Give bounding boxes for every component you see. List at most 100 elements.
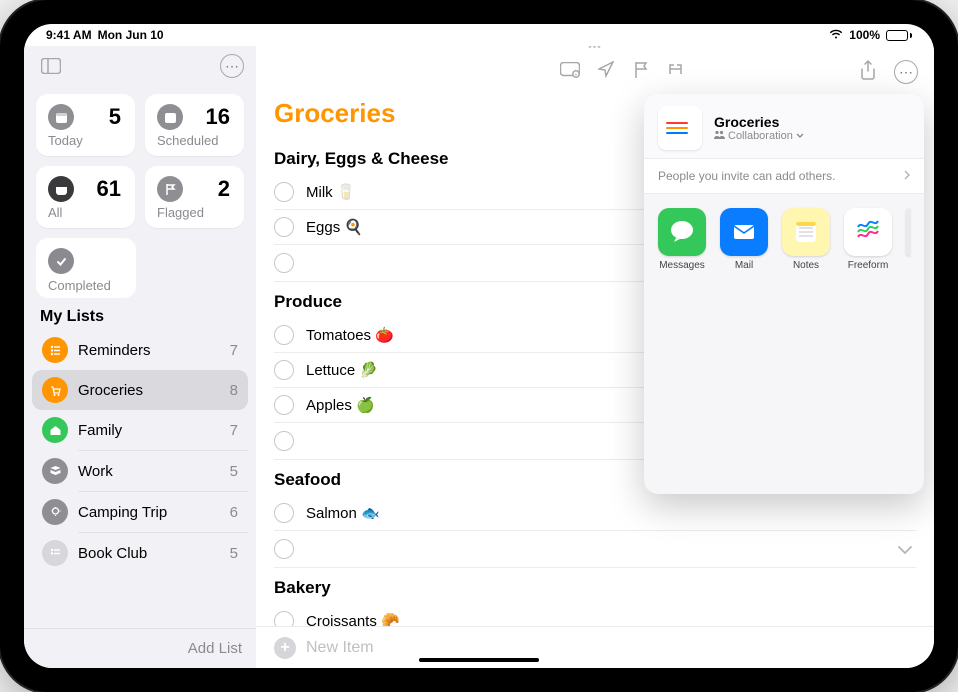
new-item-button[interactable]: + New Item bbox=[256, 626, 934, 668]
checkmark-icon bbox=[48, 248, 74, 274]
reminder-radio[interactable] bbox=[274, 395, 294, 415]
add-list-button[interactable]: Add List bbox=[24, 628, 256, 668]
people-icon bbox=[714, 130, 725, 142]
list-row-name: Work bbox=[78, 463, 220, 480]
toolbar: + ⋯ bbox=[256, 52, 934, 92]
list-row[interactable]: Book Club 5 bbox=[32, 533, 248, 573]
smart-all-count: 61 bbox=[97, 176, 121, 202]
list-row[interactable]: Reminders 7 bbox=[32, 330, 248, 370]
sidebar-more-button[interactable]: ⋯ bbox=[220, 54, 244, 78]
status-battery-pct: 100% bbox=[849, 28, 880, 42]
reminder-radio[interactable] bbox=[274, 360, 294, 380]
smart-all-label: All bbox=[48, 205, 62, 220]
share-app-label: Notes bbox=[793, 260, 819, 271]
smart-scheduled-label: Scheduled bbox=[157, 133, 218, 148]
list-row-name: Reminders bbox=[78, 342, 220, 359]
share-app-row: Messages Mail Notes Freeform bbox=[644, 194, 924, 271]
smart-list-completed[interactable]: Completed bbox=[36, 238, 136, 298]
share-app-icon bbox=[782, 208, 830, 256]
list-row[interactable]: Work5 bbox=[32, 451, 248, 491]
share-app-overflow[interactable] bbox=[906, 208, 910, 256]
share-app-icon bbox=[844, 208, 892, 256]
reminder-radio[interactable] bbox=[274, 503, 294, 523]
reminder-text: Lettuce 🥬 bbox=[306, 361, 378, 379]
toggle-sidebar-button[interactable] bbox=[36, 51, 66, 81]
reminder-radio[interactable] bbox=[274, 431, 294, 451]
reminder-row[interactable]: Croissants 🥐 bbox=[274, 604, 916, 626]
section-expand-icon[interactable] bbox=[898, 542, 912, 560]
flag-icon bbox=[157, 176, 183, 202]
smart-list-scheduled[interactable]: 16 Scheduled bbox=[145, 94, 244, 156]
list-row-count: 5 bbox=[230, 545, 238, 562]
mylists-heading: My Lists bbox=[24, 302, 256, 330]
share-app[interactable]: Notes bbox=[782, 208, 830, 271]
inbox-icon bbox=[48, 176, 74, 202]
reminder-text: Tomatoes 🍅 bbox=[306, 326, 394, 344]
reminder-radio[interactable] bbox=[274, 182, 294, 202]
share-permissions-text: People you invite can add others. bbox=[658, 169, 835, 183]
list-row-count: 7 bbox=[230, 422, 238, 439]
list-row-name: Book Club bbox=[78, 545, 220, 562]
smart-completed-label: Completed bbox=[48, 278, 124, 293]
list-row-count: 7 bbox=[230, 342, 238, 359]
reminder-text: Apples 🍏 bbox=[306, 396, 375, 414]
wifi-icon bbox=[829, 28, 843, 42]
smart-list-today[interactable]: 5 Today bbox=[36, 94, 135, 156]
reminder-row[interactable]: Salmon 🐟 bbox=[274, 496, 916, 531]
share-permissions-row[interactable]: People you invite can add others. bbox=[644, 158, 924, 194]
smart-list-flagged[interactable]: 2 Flagged bbox=[145, 166, 244, 228]
share-subtitle-row[interactable]: Collaboration bbox=[714, 130, 804, 142]
ipad-frame: 9:41 AM Mon Jun 10 100% ⋯ bbox=[0, 0, 958, 692]
sidebar: ⋯ 5 Today 16 Sched bbox=[24, 46, 256, 668]
reminder-radio[interactable] bbox=[274, 611, 294, 626]
reminder-text: Milk 🥛 bbox=[306, 183, 356, 201]
smart-today-count: 5 bbox=[109, 104, 121, 130]
list-row-count: 6 bbox=[230, 504, 238, 521]
share-app[interactable]: Mail bbox=[720, 208, 768, 271]
smart-scheduled-count: 16 bbox=[206, 104, 230, 130]
list-row[interactable]: Family 7 bbox=[32, 410, 248, 450]
calendar-icon bbox=[48, 104, 74, 130]
share-subtitle: Collaboration bbox=[728, 130, 793, 142]
screen: 9:41 AM Mon Jun 10 100% ⋯ bbox=[24, 24, 934, 668]
list-icon bbox=[42, 458, 68, 484]
list-row-count: 8 bbox=[230, 382, 238, 399]
plus-circle-icon: + bbox=[274, 637, 296, 659]
add-list-label: Add List bbox=[188, 640, 242, 657]
details-button[interactable]: + bbox=[560, 62, 580, 83]
reminder-text: Salmon 🐟 bbox=[306, 504, 380, 522]
home-indicator[interactable] bbox=[419, 658, 539, 662]
flag-button[interactable] bbox=[633, 61, 649, 84]
list-icon bbox=[42, 499, 68, 525]
share-app[interactable]: Messages bbox=[658, 208, 706, 271]
reminder-text: Croissants 🥐 bbox=[306, 612, 400, 626]
list-row-name: Groceries bbox=[78, 382, 220, 399]
share-app-icon bbox=[720, 208, 768, 256]
smart-list-all[interactable]: 61 All bbox=[36, 166, 135, 228]
list-row-name: Camping Trip bbox=[78, 504, 220, 521]
main-more-button[interactable]: ⋯ bbox=[894, 60, 918, 84]
list-row[interactable]: Groceries 8 bbox=[32, 370, 248, 410]
status-date: Mon Jun 10 bbox=[98, 28, 164, 42]
share-app[interactable]: Freeform bbox=[844, 208, 892, 271]
calendar-grid-icon bbox=[157, 104, 183, 130]
svg-text:+: + bbox=[575, 72, 578, 78]
reminder-radio[interactable] bbox=[274, 325, 294, 345]
share-title: Groceries bbox=[714, 114, 804, 130]
list-row-name: Family bbox=[78, 422, 220, 439]
list-icon bbox=[42, 417, 68, 443]
share-app-icon bbox=[658, 208, 706, 256]
status-time: 9:41 AM bbox=[46, 28, 92, 42]
reminder-radio[interactable] bbox=[274, 253, 294, 273]
location-button[interactable] bbox=[598, 61, 615, 83]
status-bar: 9:41 AM Mon Jun 10 100% bbox=[24, 24, 934, 46]
reminder-empty-row[interactable] bbox=[274, 531, 916, 568]
list-icon bbox=[42, 377, 68, 403]
share-app-label: Mail bbox=[735, 260, 753, 271]
share-sheet: Groceries Collaboration bbox=[644, 94, 924, 494]
tag-button[interactable] bbox=[667, 61, 684, 83]
list-row[interactable]: Camping Trip 6 bbox=[32, 492, 248, 532]
share-button[interactable] bbox=[860, 60, 876, 85]
reminder-radio[interactable] bbox=[274, 217, 294, 237]
reminder-radio[interactable] bbox=[274, 539, 294, 559]
